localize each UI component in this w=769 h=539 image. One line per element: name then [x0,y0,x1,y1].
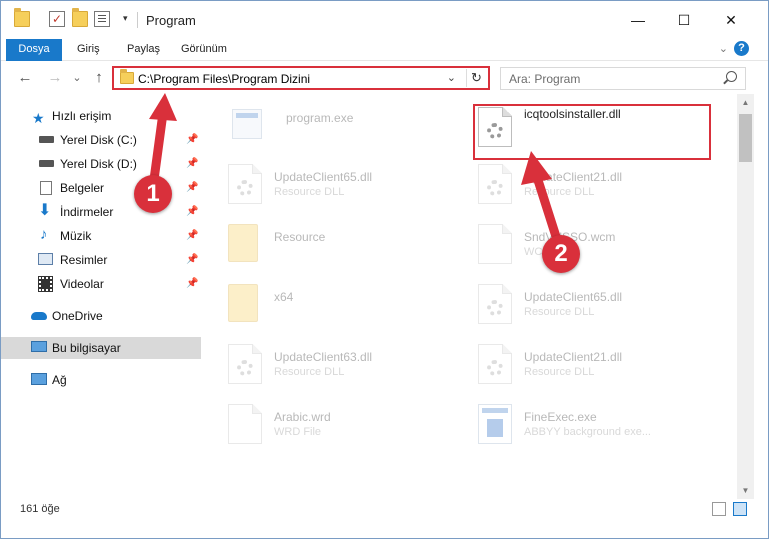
arrow-2-head [521,151,552,185]
annotation-badge-1: 1 [134,175,172,213]
explorer-window: ✓ ▾ Program — ☐ ✕ Dosya Giriş Paylaş Gör… [0,0,769,539]
annotation-badge-2: 2 [542,235,580,273]
annotation-arrows [148,93,564,251]
arrow-1-head [149,93,177,121]
